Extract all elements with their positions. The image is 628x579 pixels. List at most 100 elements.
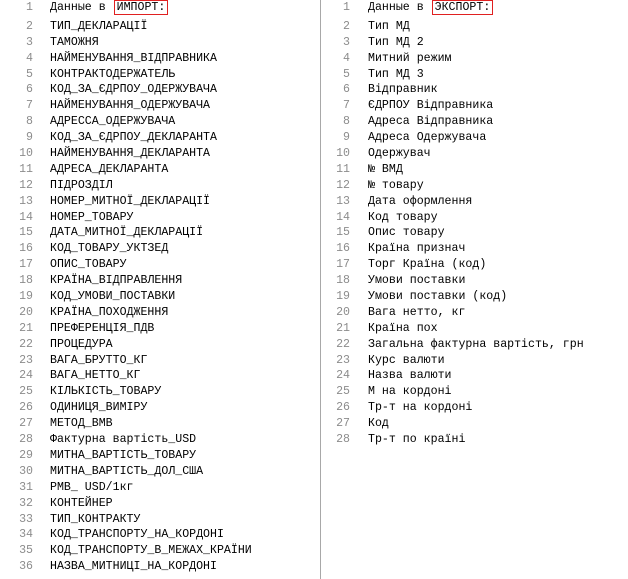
line-text: Тип МД 3 [368, 67, 424, 81]
line-text: Умови поставки [368, 274, 466, 288]
line-text: КІЛЬКІСТЬ_ТОВАРУ [50, 385, 162, 399]
import-line: 22 ПРОЦЕДУРА [0, 337, 320, 353]
line-text: РМВ_ USD/1кг [50, 480, 134, 494]
line-text: ДАТА_МИТНОЇ_ДЕКЛАРАЦІЇ [50, 226, 204, 240]
import-line: 12 ПІДРОЗДІЛ [0, 178, 320, 194]
export-line: 8 Адреса Відправника [322, 114, 628, 130]
line-number: 11 [19, 162, 33, 176]
line-number: 4 [343, 51, 350, 65]
line-text: КОД_ТОВАРУ_УКТЗЕД [50, 242, 169, 256]
import-line: 17 ОПИС_ТОВАРУ [0, 257, 320, 273]
line-text: Адреса Одержувача [368, 131, 487, 145]
export-line: 18 Умови поставки [322, 273, 628, 289]
import-line: 4 НАЙМЕНУВАННЯ_ВІДПРАВНИКА [0, 51, 320, 67]
export-line: 28 Тр-т по країні [322, 432, 628, 448]
export-line: 26 Тр-т на кордоні [322, 400, 628, 416]
line-text: КРАЇНА_ПОХОДЖЕННЯ [50, 305, 169, 319]
import-line: 19 КОД_УМОВИ_ПОСТАВКИ [0, 289, 320, 305]
line-number: 35 [19, 544, 33, 558]
header-prefix: Данные в [368, 1, 424, 14]
line-number: 32 [19, 496, 33, 510]
line-number: 11 [336, 162, 350, 176]
line-number: 7 [26, 99, 33, 113]
line-number: 30 [19, 464, 33, 478]
line-text: Одержувач [368, 147, 431, 161]
line-text: Данные в ЭКСПОРТ: [368, 0, 494, 16]
line-number: 28 [336, 433, 350, 447]
import-line: 13 НОМЕР_МИТНОЇ_ДЕКЛАРАЦІЇ [0, 194, 320, 210]
line-text: КОД_ЗА_ЄДРПОУ_ДЕКЛАРАНТА [50, 131, 217, 145]
import-editor-pane[interactable]: 1 Данные в ИМПОРТ: 2 ТИП_ДЕКЛАРАЦІЇ 3 ТАМОЖНЯ… [0, 0, 321, 579]
line-number: 9 [26, 131, 33, 145]
line-text: ЄДРПОУ Відправника [368, 99, 494, 113]
import-line: 25 КІЛЬКІСТЬ_ТОВАРУ [0, 384, 320, 400]
import-line: 23 ВАГА_БРУТТО_КГ [0, 353, 320, 369]
line-text: Код товару [368, 210, 438, 224]
export-line-1: 1 Данные в ЭКСПОРТ: [322, 0, 628, 19]
line-text: НОМЕР_МИТНОЇ_ДЕКЛАРАЦІЇ [50, 194, 211, 208]
export-line: 15 Опис товару [322, 225, 628, 241]
line-text: НАЙМЕНУВАННЯ_ВІДПРАВНИКА [50, 51, 217, 65]
line-number: 3 [343, 35, 350, 49]
line-text: Код [368, 417, 389, 431]
line-text: Тр-т на кордоні [368, 401, 473, 415]
export-line: 2 Тип МД [322, 19, 628, 35]
line-number: 20 [336, 305, 350, 319]
line-text: ПРЕФЕРЕНЦІЯ_ПДВ [50, 321, 155, 335]
line-number: 21 [336, 321, 350, 335]
line-number: 1 [343, 1, 350, 14]
line-text: М на кордоні [368, 385, 452, 399]
line-number: 15 [19, 226, 33, 240]
line-number: 7 [343, 99, 350, 113]
export-line: 22 Загальна фактурна вартість, грн [322, 337, 628, 353]
line-number: 21 [19, 321, 33, 335]
line-number: 20 [19, 305, 33, 319]
line-text: Адреса Відправника [368, 115, 494, 129]
line-text: Митний режим [368, 51, 452, 65]
line-text: Відправник [368, 83, 438, 97]
line-number: 13 [336, 194, 350, 208]
import-line: 31 РМВ_ USD/1кг [0, 480, 320, 496]
line-text: КРАЇНА_ВІДПРАВЛЕННЯ [50, 274, 183, 288]
import-line: 18 КРАЇНА_ВІДПРАВЛЕННЯ [0, 273, 320, 289]
line-number: 14 [336, 210, 350, 224]
import-line: 5 КОНТРАКТОДЕРЖАТЕЛЬ [0, 67, 320, 83]
export-line: 25 М на кордоні [322, 384, 628, 400]
line-number: 24 [336, 369, 350, 383]
export-line: 3 Тип МД 2 [322, 35, 628, 51]
line-number: 34 [19, 528, 33, 542]
line-text: № товару [368, 178, 424, 192]
line-text: МЕТОД_ВМВ [50, 417, 113, 431]
import-line: 36 НАЗВА_МИТНИЦІ_НА_КОРДОНІ [0, 559, 320, 575]
line-text: Назва валюти [368, 369, 452, 383]
line-number: 17 [336, 258, 350, 272]
export-editor-pane[interactable]: 1 Данные в ЭКСПОРТ: 2 Тип МД 3 Тип МД 2 4 Митни… [322, 0, 628, 579]
import-line: 10 НАЙМЕНУВАННЯ_ДЕКЛАРАНТА [0, 146, 320, 162]
line-text: Загальна фактурна вартість, грн [368, 337, 584, 351]
highlighted-section-label: ИМПОРТ: [113, 0, 169, 15]
line-text: НАЙМЕНУВАННЯ_ОДЕРЖУВАЧА [50, 99, 211, 113]
line-number: 18 [336, 274, 350, 288]
header-prefix: Данные в [50, 1, 106, 14]
import-line: 7 НАЙМЕНУВАННЯ_ОДЕРЖУВАЧА [0, 98, 320, 114]
line-number: 4 [26, 51, 33, 65]
line-number: 22 [19, 337, 33, 351]
line-number: 33 [19, 512, 33, 526]
line-text: НАЙМЕНУВАННЯ_ДЕКЛАРАНТА [50, 147, 211, 161]
export-line: 16 Країна признач [322, 241, 628, 257]
import-line: 16 КОД_ТОВАРУ_УКТЗЕД [0, 241, 320, 257]
line-number: 27 [19, 417, 33, 431]
export-line: 12 № товару [322, 178, 628, 194]
line-number: 28 [19, 433, 33, 447]
export-line: 27 Код [322, 416, 628, 432]
import-line: 14 НОМЕР_ТОВАРУ [0, 210, 320, 226]
line-text: АДРЕССА_ОДЕРЖУВАЧА [50, 115, 176, 129]
export-line: 10 Одержувач [322, 146, 628, 162]
import-line: 28 Фактурна вартість_USD [0, 432, 320, 448]
line-text: МИТНА_ВАРТІСТЬ_ТОВАРУ [50, 448, 197, 462]
line-text: Тип МД 2 [368, 35, 424, 49]
export-line: 21 Країна пох [322, 321, 628, 337]
export-line: 4 Митний режим [322, 51, 628, 67]
import-line: 3 ТАМОЖНЯ [0, 35, 320, 51]
line-number: 19 [336, 290, 350, 304]
